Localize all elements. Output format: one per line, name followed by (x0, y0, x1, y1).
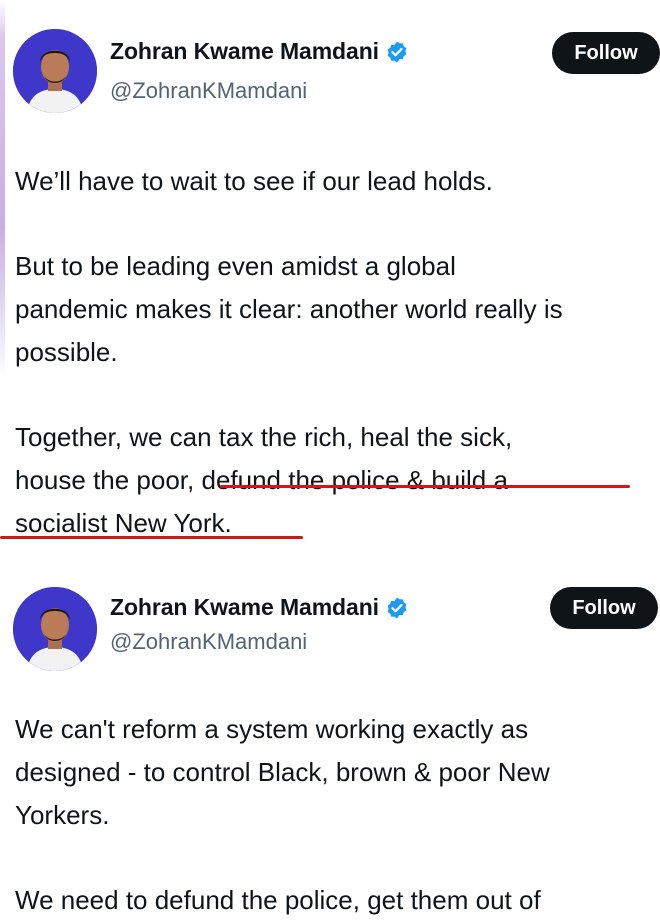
avatar-portrait (13, 29, 97, 113)
red-underline-annotation (220, 485, 630, 488)
avatar[interactable] (13, 29, 97, 113)
tweet-line: We can't reform a system working exactly… (15, 714, 529, 744)
tweet-text: We can't reform a system working exactly… (15, 708, 660, 922)
tweet-line: possible. (15, 337, 118, 367)
tweet-line: house the poor, defund the police & buil… (15, 465, 508, 495)
follow-button[interactable]: Follow (550, 587, 658, 629)
tweet-line: pandemic makes it clear: another world r… (15, 294, 563, 324)
author-row: Zohran Kwame Mamdani (110, 594, 409, 621)
tweet-line: But to be leading even amidst a global (15, 251, 456, 281)
tweet-header: Zohran Kwame Mamdani @ZohranKMamdani Fol… (0, 566, 660, 676)
tweet-line: We’ll have to wait to see if our lead ho… (15, 166, 493, 196)
author-row: Zohran Kwame Mamdani (110, 38, 409, 65)
follow-button[interactable]: Follow (552, 32, 660, 74)
tweet-line: Together, we can tax the rich, heal the … (15, 422, 513, 452)
tweet-header: Zohran Kwame Mamdani @ZohranKMamdani Fol… (0, 0, 660, 113)
author-handle[interactable]: @ZohranKMamdani (110, 78, 307, 104)
author-name[interactable]: Zohran Kwame Mamdani (110, 38, 379, 65)
tweet-line: designed - to control Black, brown & poo… (15, 757, 550, 787)
verified-badge-icon (385, 596, 409, 620)
author-name[interactable]: Zohran Kwame Mamdani (110, 594, 379, 621)
red-underline-annotation (0, 536, 303, 539)
tweet-line: Yorkers. (15, 800, 110, 830)
tweet-line: We need to defund the police, get them o… (15, 885, 541, 915)
avatar[interactable] (13, 587, 97, 671)
avatar-portrait (13, 587, 97, 671)
verified-badge-icon (385, 40, 409, 64)
author-handle[interactable]: @ZohranKMamdani (110, 629, 307, 655)
